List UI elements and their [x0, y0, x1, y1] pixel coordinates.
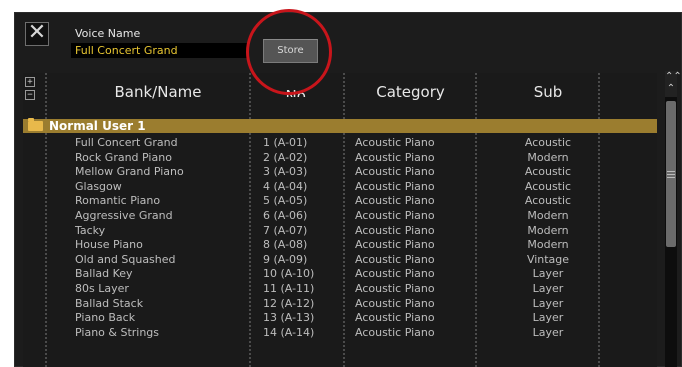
scroll-up-icon[interactable]: ⌃	[665, 83, 677, 95]
voice-name-cell: Old and Squashed	[75, 252, 176, 266]
column-header-bank-name[interactable]: Bank/Name	[83, 83, 233, 101]
column-header-category[interactable]: Category	[353, 83, 468, 101]
voice-list: + − Bank/Name No. Category Sub Normal Us…	[23, 73, 657, 367]
voice-number-cell: 13 (A-13)	[263, 311, 315, 325]
sub-category-cell: Modern	[527, 238, 569, 252]
voice-number-cell: 5 (A-05)	[263, 194, 308, 208]
voice-number-cell: 9 (A-09)	[263, 252, 308, 266]
table-row[interactable]: Mellow Grand Piano 3 (A-03) Acoustic Pia…	[23, 165, 657, 180]
sub-category-cell: Modern	[527, 208, 569, 222]
voice-rows: Full Concert Grand 1 (A-01) Acoustic Pia…	[23, 136, 657, 340]
category-cell: Acoustic Piano	[355, 208, 435, 222]
table-row[interactable]: Romantic Piano 5 (A-05) Acoustic Piano A…	[23, 194, 657, 209]
sub-category-cell: Vintage	[526, 252, 570, 266]
scroll-track[interactable]	[665, 97, 677, 367]
voice-name-cell: Full Concert Grand	[75, 136, 178, 149]
table-row[interactable]: Glasgow 4 (A-04) Acoustic Piano Acoustic	[23, 180, 657, 195]
voice-name-label: Voice Name	[75, 27, 141, 40]
voice-number-cell: 2 (A-02)	[263, 150, 308, 164]
voice-number-cell: 14 (A-14)	[263, 325, 315, 339]
group-label: Normal User 1	[49, 119, 146, 133]
category-cell: Acoustic Piano	[355, 267, 435, 281]
sub-category-cell: Layer	[532, 281, 564, 295]
table-row[interactable]: Tacky 7 (A-07) Acoustic Piano Modern	[23, 224, 657, 239]
table-row[interactable]: Aggressive Grand 6 (A-06) Acoustic Piano…	[23, 209, 657, 224]
voice-name-cell: 80s Layer	[75, 281, 129, 295]
voice-number-cell: 6 (A-06)	[263, 208, 308, 222]
table-row[interactable]: Full Concert Grand 1 (A-01) Acoustic Pia…	[23, 136, 657, 151]
voice-name-cell: Tacky	[75, 223, 106, 237]
category-cell: Acoustic Piano	[355, 136, 435, 149]
category-cell: Acoustic Piano	[355, 325, 435, 339]
voice-number-cell: 4 (A-04)	[263, 179, 308, 193]
sub-category-cell: Layer	[532, 267, 564, 281]
category-cell: Acoustic Piano	[355, 238, 435, 252]
voice-number-cell: 8 (A-08)	[263, 238, 308, 252]
close-icon: ✕	[27, 20, 47, 45]
sub-category-cell: Modern	[527, 223, 569, 237]
voice-number-cell: 12 (A-12)	[263, 296, 315, 310]
category-cell: Acoustic Piano	[355, 179, 435, 193]
category-cell: Acoustic Piano	[355, 150, 435, 164]
voice-name-field[interactable]: Full Concert Grand	[71, 43, 247, 58]
voice-name-cell: Rock Grand Piano	[75, 150, 172, 164]
voice-name-cell: House Piano	[75, 238, 143, 252]
table-row[interactable]: Piano Back 13 (A-13) Acoustic Piano Laye…	[23, 311, 657, 326]
folder-icon	[28, 118, 43, 131]
voice-name-cell: Glasgow	[75, 179, 122, 193]
voice-name-cell: Mellow Grand Piano	[75, 165, 184, 179]
close-button[interactable]: ✕	[25, 22, 49, 46]
table-row[interactable]: Rock Grand Piano 2 (A-02) Acoustic Piano…	[23, 151, 657, 166]
sub-category-cell: Layer	[532, 325, 564, 339]
table-row[interactable]: Ballad Key 10 (A-10) Acoustic Piano Laye…	[23, 267, 657, 282]
category-cell: Acoustic Piano	[355, 296, 435, 310]
voice-number-cell: 7 (A-07)	[263, 223, 308, 237]
sub-category-cell: Acoustic	[524, 165, 572, 179]
sub-category-cell: Layer	[532, 311, 564, 325]
category-cell: Acoustic Piano	[355, 252, 435, 266]
store-button[interactable]: Store	[263, 39, 318, 63]
voice-name-cell: Aggressive Grand	[75, 208, 173, 222]
voice-number-cell: 1 (A-01)	[263, 136, 308, 149]
voice-name-cell: Ballad Key	[75, 267, 133, 281]
vertical-scrollbar[interactable]: ⌃⌃ ⌃	[665, 71, 682, 367]
sub-category-cell: Modern	[527, 150, 569, 164]
group-row-normal-user-1[interactable]: Normal User 1	[23, 118, 657, 133]
scroll-thumb[interactable]	[666, 101, 676, 247]
grip-line	[667, 171, 675, 172]
category-cell: Acoustic Piano	[355, 223, 435, 237]
sub-category-cell: Layer	[532, 296, 564, 310]
grip-line	[667, 177, 675, 178]
sub-category-cell: Acoustic	[524, 136, 572, 149]
scroll-to-top-icon[interactable]: ⌃⌃	[665, 71, 682, 83]
category-cell: Acoustic Piano	[355, 165, 435, 179]
voice-name-cell: Ballad Stack	[75, 296, 144, 310]
voice-number-cell: 10 (A-10)	[263, 267, 315, 281]
column-header-sub[interactable]: Sub	[493, 83, 603, 101]
voice-number-cell: 11 (A-11)	[263, 281, 315, 295]
grip-line	[667, 174, 675, 175]
table-row[interactable]: 80s Layer 11 (A-11) Acoustic Piano Layer	[23, 282, 657, 297]
sub-category-cell: Acoustic	[524, 179, 572, 193]
voice-name-cell: Piano & Strings	[75, 325, 160, 339]
voice-name-cell: Romantic Piano	[75, 194, 161, 208]
voice-store-dialog: ✕ Voice Name Full Concert Grand Store + …	[14, 9, 682, 367]
table-row[interactable]: Old and Squashed 9 (A-09) Acoustic Piano…	[23, 253, 657, 268]
category-cell: Acoustic Piano	[355, 194, 435, 208]
table-row[interactable]: Ballad Stack 12 (A-12) Acoustic Piano La…	[23, 297, 657, 312]
table-row[interactable]: Piano & Strings 14 (A-14) Acoustic Piano…	[23, 326, 657, 341]
table-row[interactable]: House Piano 8 (A-08) Acoustic Piano Mode…	[23, 238, 657, 253]
sub-category-cell: Acoustic	[524, 194, 572, 208]
list-header: Bank/Name No. Category Sub	[23, 73, 657, 109]
category-cell: Acoustic Piano	[355, 311, 435, 325]
voice-name-cell: Piano Back	[75, 311, 136, 325]
category-cell: Acoustic Piano	[355, 281, 435, 295]
voice-number-cell: 3 (A-03)	[263, 165, 308, 179]
column-header-no[interactable]: No.	[263, 87, 333, 97]
